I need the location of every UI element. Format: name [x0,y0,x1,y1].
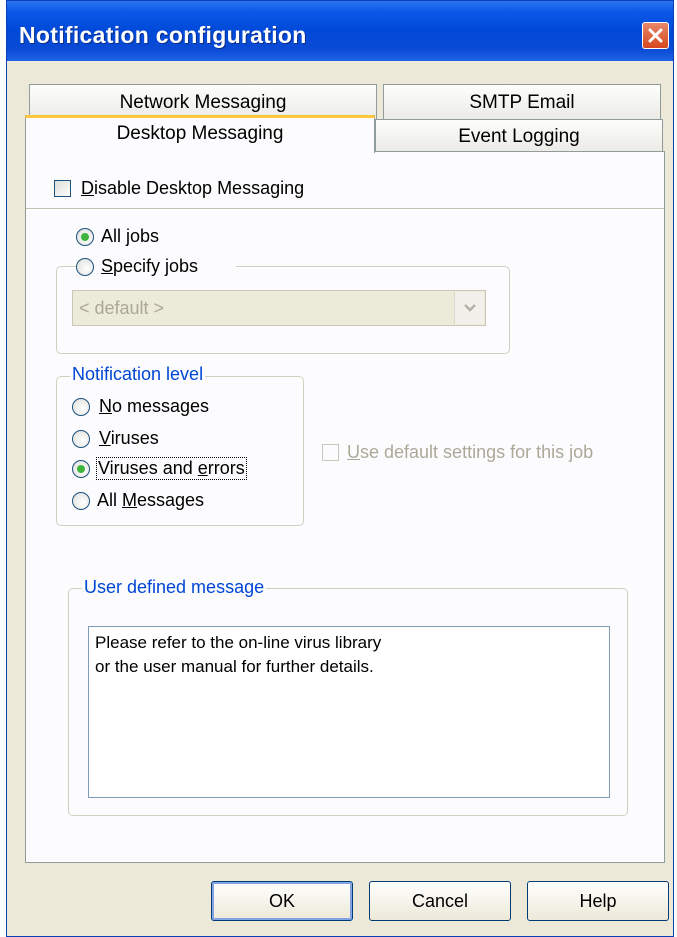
user-message-textarea[interactable]: Please refer to the on-line virus librar… [88,626,610,798]
all-jobs-option[interactable]: All jobs [76,226,196,250]
user-message-line-1: Please refer to the on-line virus librar… [95,633,382,652]
chevron-down-icon [464,304,476,312]
use-default-settings-checkbox[interactable] [322,444,339,461]
tab-smtp-email[interactable]: SMTP Email [383,84,661,120]
job-select-dropdown-button[interactable] [454,292,484,324]
specify-jobs-radio[interactable] [76,258,94,276]
separator [26,208,664,210]
user-defined-message-legend: User defined message [82,577,267,598]
tab-event-logging-label: Event Logging [458,126,580,147]
window-title: Notification configuration [19,22,307,48]
viruses-and-errors-label: Viruses and errors [96,457,247,480]
disable-desktop-messaging-checkbox[interactable] [54,180,71,197]
help-button[interactable]: Help [527,881,669,921]
job-select-value: < default > [79,298,165,318]
no-messages-radio[interactable] [72,398,90,416]
viruses-option[interactable]: Viruses [72,428,272,452]
ok-button[interactable]: OK [211,881,353,921]
close-icon [648,28,663,43]
no-messages-option[interactable]: No messages [72,396,272,420]
job-select[interactable]: < default > [72,290,486,326]
user-message-line-2: or the user manual for further details. [95,657,374,676]
tab-desktop-messaging-label: Desktop Messaging [116,123,284,144]
specify-jobs-label: Specify jobs [101,256,199,276]
disable-desktop-messaging-option[interactable]: Disable Desktop Messaging [54,178,374,202]
tab-event-logging[interactable]: Event Logging [375,119,663,152]
viruses-label: Viruses [99,428,159,448]
disable-desktop-messaging-label: Disable Desktop Messaging [81,178,305,198]
tab-desktop-messaging[interactable]: Desktop Messaging [25,115,375,153]
title-bar[interactable]: Notification configuration [7,1,673,61]
viruses-and-errors-option[interactable]: Viruses and errors [72,457,292,482]
all-jobs-radio[interactable] [76,228,94,246]
use-default-settings-label: Use default settings for this job [347,442,594,462]
no-messages-label: No messages [99,396,210,416]
desktop-messaging-panel: Disable Desktop Messaging All jobs Speci… [25,151,665,863]
all-messages-radio[interactable] [72,492,90,510]
notification-level-legend: Notification level [70,364,206,385]
viruses-radio[interactable] [72,430,90,448]
all-jobs-label: All jobs [101,226,160,246]
specify-jobs-option[interactable]: Specify jobs [76,256,236,280]
all-messages-option[interactable]: All Messages [72,490,272,514]
notification-configuration-dialog: Notification configuration Network Messa… [6,0,674,937]
tab-smtp-email-label: SMTP Email [469,92,575,113]
tab-network-messaging-label: Network Messaging [119,92,287,113]
all-messages-label: All Messages [97,490,205,510]
close-button[interactable] [642,22,669,49]
use-default-settings-option[interactable]: Use default settings for this job [322,442,652,466]
cancel-button[interactable]: Cancel [369,881,511,921]
viruses-and-errors-radio[interactable] [72,460,90,478]
